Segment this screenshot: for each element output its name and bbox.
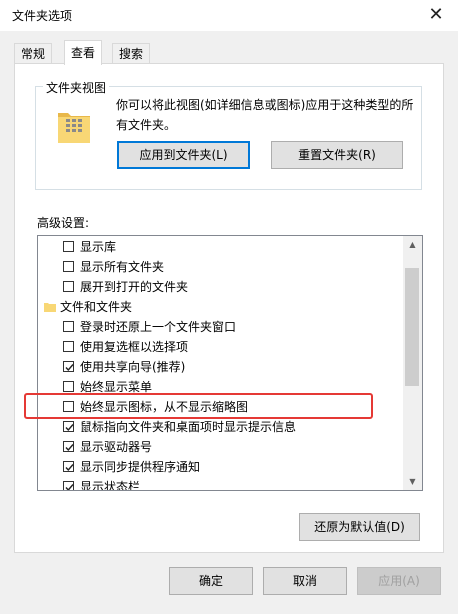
- ok-button[interactable]: 确定: [169, 567, 253, 595]
- tab-search[interactable]: 搜索: [112, 43, 151, 64]
- checkbox-checked[interactable]: [63, 461, 74, 472]
- list-item-label: 使用共享向导(推荐): [80, 360, 186, 374]
- list-item-label: 鼠标指向文件夹和桌面项时显示提示信息: [80, 420, 297, 434]
- checkbox-checked[interactable]: [63, 421, 74, 432]
- scroll-thumb[interactable]: [405, 268, 419, 386]
- list-item-label: 显示同步提供程序通知: [80, 460, 201, 474]
- checkbox-checked[interactable]: [63, 441, 74, 452]
- tab-general[interactable]: 常规: [14, 43, 53, 64]
- tab-strip: 常规 查看 搜索: [14, 40, 444, 65]
- checkbox-unchecked[interactable]: [63, 381, 74, 392]
- list-item-label: 展开到打开的文件夹: [80, 280, 189, 294]
- folder-icon: [44, 303, 56, 312]
- folder-icon: [58, 113, 90, 143]
- scroll-up-icon[interactable]: ▲: [403, 236, 422, 253]
- advanced-settings-label: 高级设置:: [37, 216, 90, 230]
- checkbox-unchecked[interactable]: [63, 341, 74, 352]
- window-title: 文件夹选项: [12, 9, 73, 23]
- tab-view[interactable]: 查看: [64, 40, 103, 65]
- highlight-box: [24, 393, 373, 419]
- checkbox-unchecked[interactable]: [63, 241, 74, 252]
- list-item-label: 显示驱动器号: [80, 440, 153, 454]
- close-icon[interactable]: ✕: [423, 3, 449, 27]
- checkbox-checked[interactable]: [63, 481, 74, 490]
- restore-defaults-button[interactable]: 还原为默认值(D): [299, 513, 420, 541]
- apply-to-folders-button[interactable]: 应用到文件夹(L): [117, 141, 250, 169]
- checkbox-unchecked[interactable]: [63, 281, 74, 292]
- list-item-label: 登录时还原上一个文件夹窗口: [80, 320, 237, 334]
- checkbox-unchecked[interactable]: [63, 321, 74, 332]
- checkbox-unchecked[interactable]: [63, 261, 74, 272]
- reset-folders-button[interactable]: 重置文件夹(R): [271, 141, 403, 169]
- list-item-label: 文件和文件夹: [60, 300, 133, 314]
- list-item-label: 显示状态栏: [80, 480, 141, 491]
- apply-button[interactable]: 应用(A): [357, 567, 441, 595]
- folder-view-label: 文件夹视图: [43, 79, 110, 96]
- list-item-label: 使用复选框以选择项: [80, 340, 189, 354]
- folder-view-description: 你可以将此视图(如详细信息或图标)应用于这种类型的所有文件夹。: [116, 98, 414, 132]
- scrollbar[interactable]: ▲ ▼: [403, 236, 422, 490]
- scroll-down-icon[interactable]: ▼: [403, 473, 422, 490]
- checkbox-checked[interactable]: [63, 361, 74, 372]
- list-item-label: 显示库: [80, 240, 117, 254]
- advanced-settings-list[interactable]: 显示库显示所有文件夹展开到打开的文件夹文件和文件夹登录时还原上一个文件夹窗口 使用…: [37, 235, 423, 491]
- list-item-label: 显示所有文件夹: [80, 260, 165, 274]
- cancel-button[interactable]: 取消: [263, 567, 347, 595]
